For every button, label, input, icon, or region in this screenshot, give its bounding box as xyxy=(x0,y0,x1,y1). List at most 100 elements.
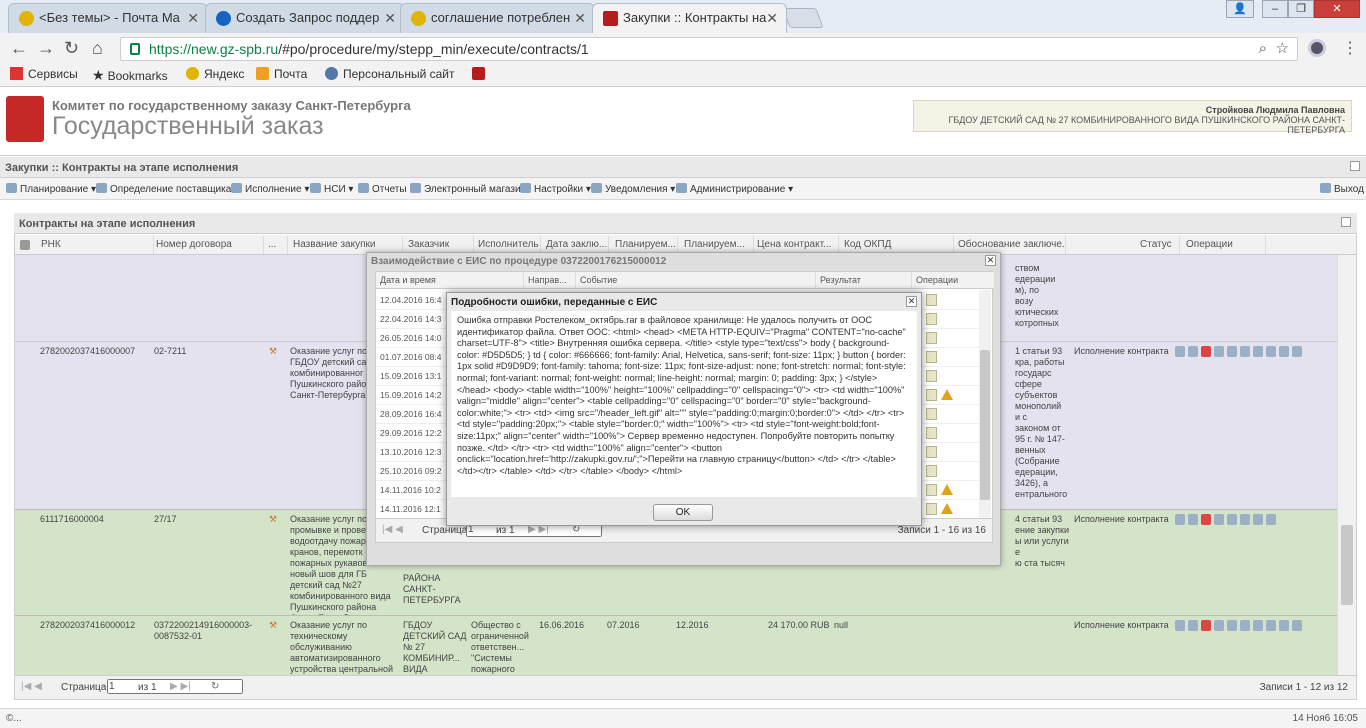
col-more[interactable]: ... xyxy=(268,236,288,254)
error-message: Ошибка отправки Ростелеком_октябрь.rar в… xyxy=(451,311,917,497)
close-icon[interactable]: ✕ xyxy=(985,255,996,266)
menu-nsi[interactable]: НСИ ▾ xyxy=(310,183,353,195)
menu-execution[interactable]: Исполнение ▾ xyxy=(231,183,309,195)
menu-eshop[interactable]: Электронный магазин xyxy=(410,183,526,195)
col-number[interactable]: Номер договора xyxy=(156,236,264,254)
document-icon[interactable] xyxy=(926,408,937,420)
url-field[interactable]: https://new.gz-spb.ru/#po/procedure/my/s… xyxy=(120,37,1298,61)
bookmark-mail[interactable]: Почта xyxy=(256,67,307,81)
document-icon[interactable] xyxy=(926,427,937,439)
tab-label: Создать Запрос поддер xyxy=(236,10,380,25)
new-tab-button[interactable] xyxy=(782,8,824,28)
menu-label: Электронный магазин xyxy=(424,184,527,195)
back-icon[interactable]: ← xyxy=(10,38,28,59)
document-icon[interactable] xyxy=(926,332,937,344)
document-icon[interactable] xyxy=(926,294,937,306)
cell-rnk: 2782002037416000007 xyxy=(40,346,136,356)
document-icon[interactable] xyxy=(926,446,937,458)
scrollbar-thumb[interactable] xyxy=(1341,525,1353,605)
row-operations[interactable] xyxy=(1175,620,1305,632)
grid-scrollbar[interactable] xyxy=(1337,255,1356,675)
eis-row-date: 29.09.2016 12:2 xyxy=(380,428,442,438)
document-icon[interactable] xyxy=(926,503,937,515)
eis-col-date[interactable]: Дата и время xyxy=(376,272,524,289)
warning-icon[interactable] xyxy=(941,503,953,514)
logout-button[interactable]: Выход xyxy=(1320,183,1364,195)
reload-icon[interactable]: ↻ xyxy=(64,38,79,59)
ok-button[interactable]: OK xyxy=(653,504,713,521)
close-icon[interactable]: ✕ xyxy=(187,10,199,27)
eis-scrollbar[interactable] xyxy=(979,290,991,518)
close-icon[interactable]: ✕ xyxy=(384,10,396,27)
row-operations[interactable] xyxy=(1175,514,1279,526)
browser-tab-agreement[interactable]: соглашение потреблен ✕ xyxy=(400,3,595,33)
browser-tab-active[interactable]: Закупки :: Контракты на ✕ xyxy=(592,3,787,33)
menu-notifications[interactable]: Уведомления ▾ xyxy=(591,183,675,195)
scrollbar-thumb[interactable] xyxy=(980,350,990,500)
filter-icon[interactable] xyxy=(20,240,30,250)
profile-button[interactable]: 👤 xyxy=(1226,0,1254,18)
menu-admin[interactable]: Администрирование ▾ xyxy=(676,183,793,195)
grid-pager: |◀ ◀ Страница из 1 ▶ ▶| ↻ Записи 1 - 12 … xyxy=(15,675,1356,699)
close-icon[interactable]: ✕ xyxy=(906,296,917,307)
col-rnk[interactable]: РНК xyxy=(41,236,154,254)
home-icon[interactable]: ⌂ xyxy=(92,38,103,59)
bookmark-tools[interactable] xyxy=(472,67,490,81)
minimize-button[interactable]: – xyxy=(1262,0,1288,18)
menu-icon[interactable]: ⋮ xyxy=(1342,38,1358,58)
document-icon[interactable] xyxy=(926,351,937,363)
eis-row-date: 13.10.2016 12:3 xyxy=(380,447,442,457)
browser-tab-strip: <Без темы> - Почта Ma ✕ Создать Запрос п… xyxy=(0,0,1366,33)
bookmark-yandex[interactable]: Яндекс xyxy=(186,67,244,81)
refresh-icon[interactable]: ↻ xyxy=(211,681,219,692)
document-icon[interactable] xyxy=(926,313,937,325)
hammer-icon[interactable]: ⚒ xyxy=(269,346,279,358)
eis-col-direction[interactable]: Направ... xyxy=(524,272,576,289)
zoom-icon[interactable]: ⌕ xyxy=(1259,40,1267,57)
bookmark-personal[interactable]: Персональный сайт xyxy=(325,67,455,81)
document-icon[interactable] xyxy=(926,484,937,496)
collapse-icon[interactable] xyxy=(1350,161,1360,171)
table-row[interactable]: 2782002037416000012 0372200214916000003-… xyxy=(15,615,1337,676)
bookmark-services[interactable]: Сервисы xyxy=(10,67,78,81)
menu-supplier[interactable]: Определение поставщика ▾ xyxy=(96,183,239,195)
browser-tab-support[interactable]: Создать Запрос поддер ✕ xyxy=(205,3,405,33)
bookmark-bookmarks[interactable]: ★ Bookmarks xyxy=(92,67,168,84)
warning-icon[interactable] xyxy=(941,484,953,495)
menu-settings[interactable]: Настройки ▾ xyxy=(520,183,591,195)
close-icon[interactable]: ✕ xyxy=(574,10,586,27)
hammer-icon[interactable]: ⚒ xyxy=(269,514,279,526)
menu-reports[interactable]: Отчеты xyxy=(358,183,407,195)
extension-icon[interactable] xyxy=(1308,39,1326,57)
eis-col-operations[interactable]: Операции xyxy=(912,272,994,289)
close-icon[interactable]: ✕ xyxy=(766,10,778,27)
star-icon[interactable]: ☆ xyxy=(1276,39,1289,57)
reports-icon xyxy=(358,183,369,193)
hammer-icon[interactable]: ⚒ xyxy=(269,620,279,632)
planning-icon xyxy=(6,183,17,193)
records-count: Записи 1 - 16 из 16 xyxy=(897,525,986,536)
menu-label: Отчеты xyxy=(372,184,407,195)
col-status[interactable]: Статус xyxy=(1140,236,1180,254)
eis-col-event[interactable]: Событие xyxy=(576,272,816,289)
document-icon[interactable] xyxy=(926,465,937,477)
row-operations[interactable] xyxy=(1175,346,1305,358)
browser-tab-mail[interactable]: <Без темы> - Почта Ma ✕ xyxy=(8,3,208,33)
menu-planning[interactable]: Планирование ▾ xyxy=(6,183,96,195)
col-operations[interactable]: Операции xyxy=(1186,236,1266,254)
tab-label: соглашение потреблен xyxy=(431,10,571,25)
cell-number: 27/17 xyxy=(154,514,177,524)
document-icon[interactable] xyxy=(926,370,937,382)
maximize-button[interactable]: ❐ xyxy=(1288,0,1314,18)
document-icon[interactable] xyxy=(926,389,937,401)
first-page-icon[interactable]: |◀ ◀ xyxy=(21,681,42,692)
warning-icon[interactable] xyxy=(941,389,953,400)
eis-col-result[interactable]: Результат xyxy=(816,272,912,289)
next-page-icon[interactable]: ▶ ▶| xyxy=(170,681,191,692)
first-page-icon[interactable]: |◀ ◀ xyxy=(382,524,403,535)
window-close-button[interactable]: ✕ xyxy=(1314,0,1360,18)
org-line: Комитет по государственному заказу Санкт… xyxy=(52,98,411,113)
cell-executor: Общество с ограниченной ответствен... "С… xyxy=(471,620,529,676)
forward-icon[interactable]: → xyxy=(37,38,55,59)
expand-icon[interactable] xyxy=(1341,217,1351,227)
